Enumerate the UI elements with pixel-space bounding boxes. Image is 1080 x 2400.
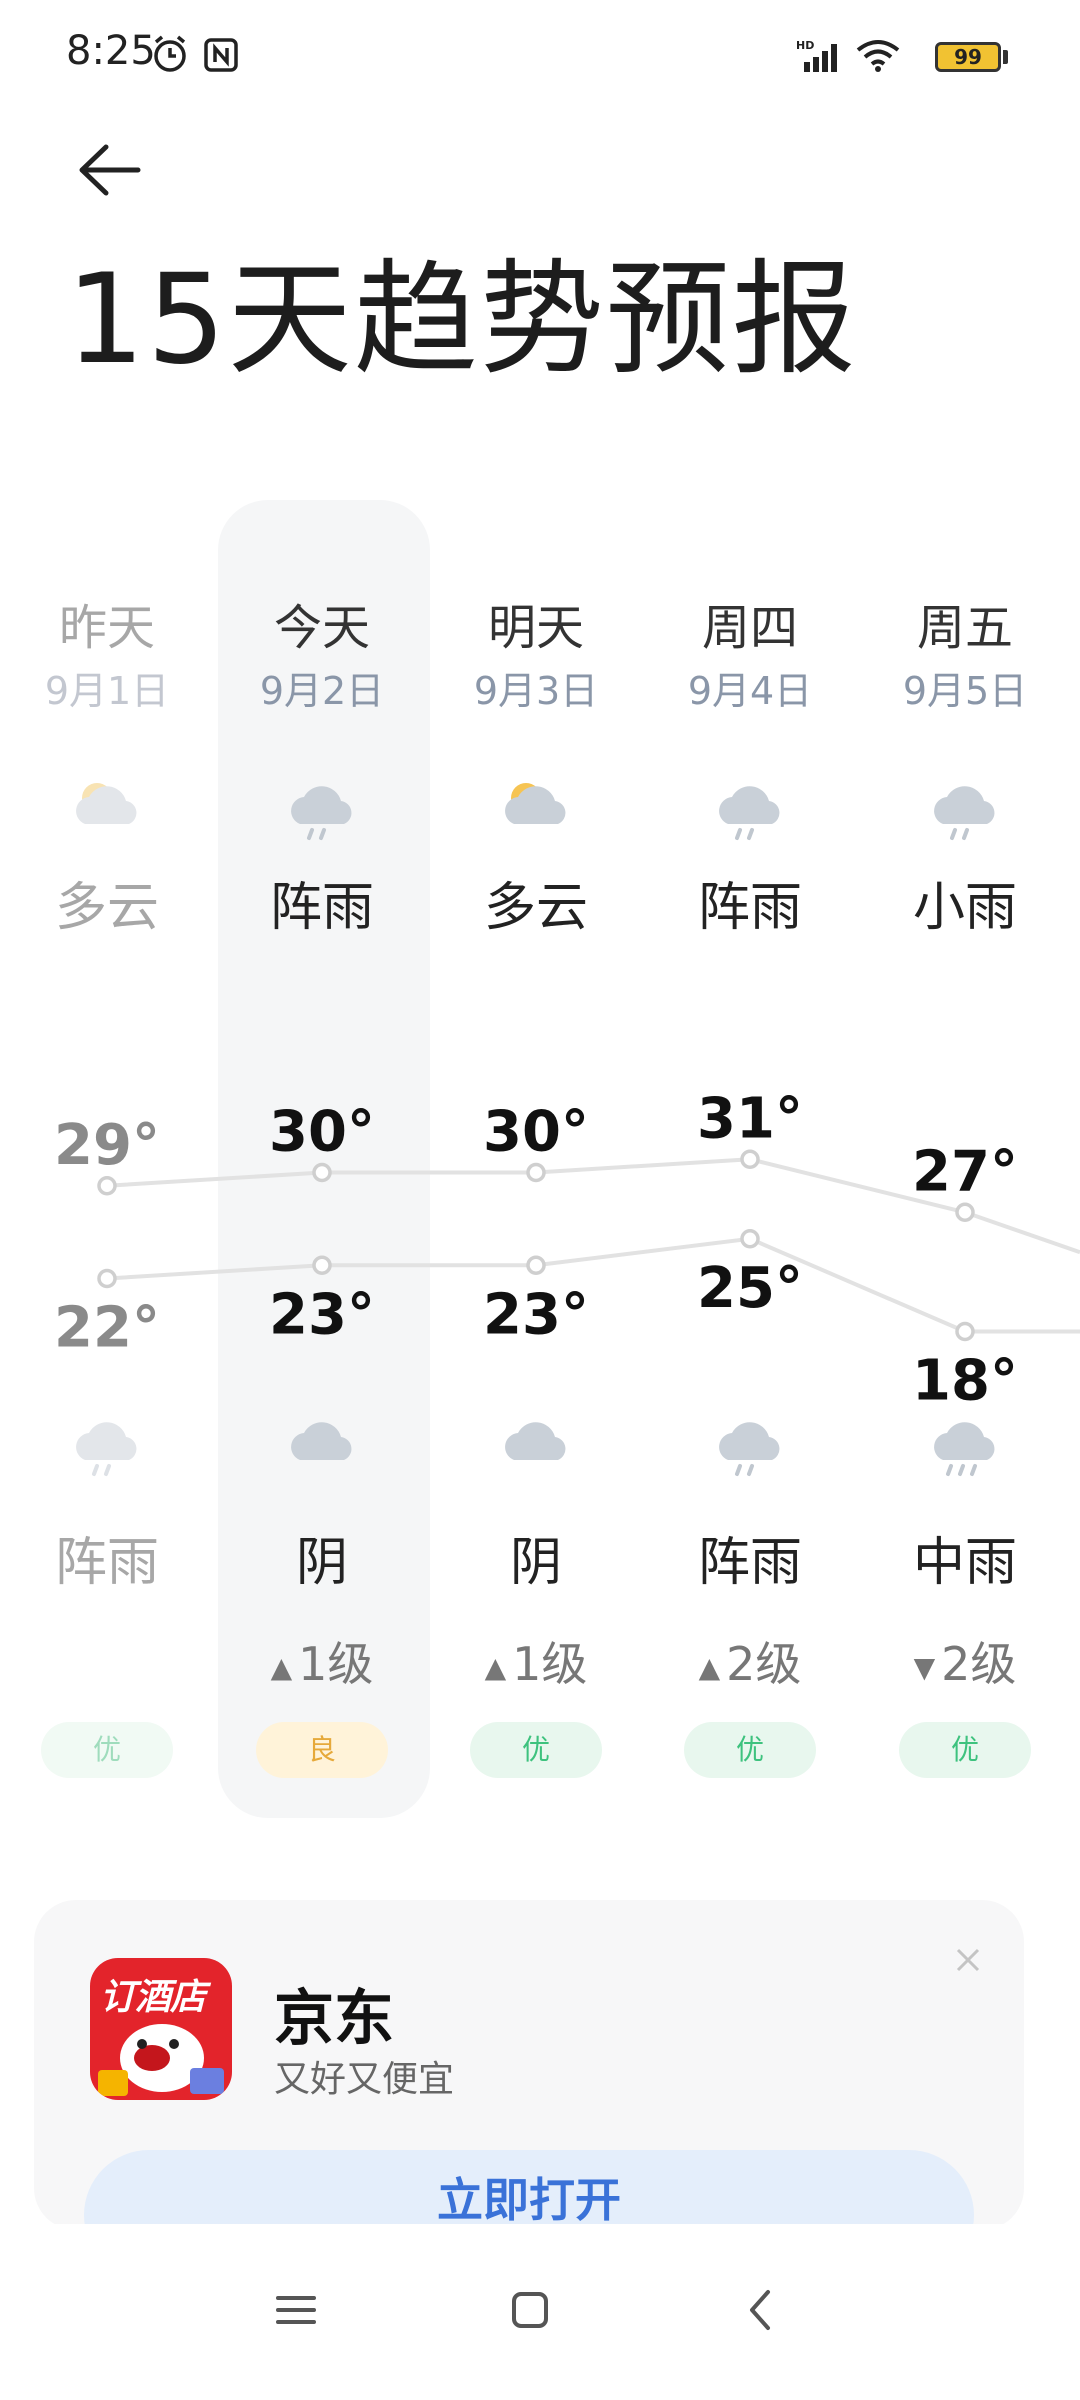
- day-name: 昨天: [58, 600, 155, 656]
- day-date: 9月4日: [687, 669, 813, 713]
- rain-icon: [925, 772, 1005, 842]
- wind-direction-icon: ▲: [698, 1651, 721, 1684]
- aqi-badge: 良: [256, 1722, 388, 1778]
- night-condition: 阴: [509, 1533, 562, 1593]
- wind-direction-icon: ▼: [913, 1651, 936, 1684]
- rain-icon: [67, 1408, 147, 1478]
- rain-icon: [710, 772, 790, 842]
- wind-direction-icon: ▲: [270, 1651, 293, 1684]
- page-title: 15天趋势预报: [66, 248, 858, 392]
- wind-value: 1级: [512, 1637, 588, 1691]
- menu-icon[interactable]: [266, 2280, 326, 2340]
- home-icon[interactable]: [500, 2280, 560, 2340]
- wind-value: 2级: [941, 1637, 1017, 1691]
- back-icon[interactable]: [732, 2280, 792, 2340]
- day-condition: 小雨: [912, 878, 1017, 938]
- wind-direction-icon: ▲: [484, 1651, 507, 1684]
- night-condition: 阵雨: [697, 1533, 802, 1593]
- alarm-icon: [154, 35, 186, 72]
- day-condition: 阵雨: [269, 878, 374, 938]
- status-bar: 8:25 HD 99: [0, 0, 1080, 110]
- aqi-badge: 优: [899, 1722, 1031, 1778]
- day-column[interactable]: 昨天 9月1日多云阵雨优: [17, 500, 197, 1818]
- close-icon[interactable]: [948, 1940, 988, 1980]
- day-name: 明天: [487, 600, 584, 656]
- rain-icon: [710, 1408, 790, 1478]
- open-app-button[interactable]: 立即打开: [84, 2150, 974, 2230]
- status-time: 8:25: [66, 28, 156, 74]
- signal-icon: HD: [796, 39, 837, 72]
- rain-icon: [282, 772, 362, 842]
- mascot-dog-icon: [98, 2024, 224, 2096]
- day-condition: 多云: [54, 878, 159, 938]
- battery-icon: 99: [935, 42, 1001, 72]
- day-column[interactable]: 今天 9月2日阵雨阴 ▲ 1级良: [232, 500, 412, 1818]
- day-column[interactable]: 明天 9月3日多云阴 ▲ 1级优: [446, 500, 626, 1818]
- day-date: 9月2日: [259, 669, 385, 713]
- wind-level: ▲ 1级: [446, 1628, 626, 1694]
- ad-subtitle: 又好又便宜: [274, 2059, 455, 2100]
- partly-cloudy-icon: [496, 772, 576, 842]
- night-condition: 阴: [295, 1533, 348, 1593]
- day-condition: 多云: [483, 878, 588, 938]
- day-name: 周五: [916, 600, 1013, 656]
- wind-level: ▲ 1级: [232, 1628, 412, 1694]
- aqi-badge: 优: [41, 1722, 173, 1778]
- partly-cloudy-icon: [67, 772, 147, 842]
- battery-level: 99: [954, 45, 982, 69]
- navigation-bar: [0, 2224, 1080, 2400]
- ad-title: 京东: [274, 1984, 394, 2054]
- wind-level: ▲ 2级: [660, 1628, 840, 1694]
- wind-value: 1级: [298, 1637, 374, 1691]
- aqi-badge: 优: [684, 1722, 816, 1778]
- wifi-icon: [856, 40, 900, 72]
- day-date: 9月5日: [902, 669, 1028, 713]
- nfc-icon: [204, 38, 238, 72]
- battery-tip: [1003, 50, 1008, 64]
- day-name: 周四: [701, 600, 798, 656]
- svg-text:HD: HD: [796, 39, 814, 52]
- day-condition: 阵雨: [697, 878, 802, 938]
- ad-card[interactable]: 订酒店 京东 又好又便宜 立即打开: [34, 1900, 1024, 2230]
- arrow-left-icon[interactable]: [70, 135, 150, 205]
- cloudy-icon: [282, 1408, 362, 1478]
- night-condition: 阵雨: [54, 1533, 159, 1593]
- day-name: 今天: [273, 600, 370, 656]
- night-condition: 中雨: [912, 1533, 1017, 1593]
- day-column[interactable]: 周四 9月4日 阵雨 阵雨 ▲ 2级优: [660, 500, 840, 1818]
- wind-level: ▼ 2级: [875, 1628, 1055, 1694]
- day-date: 9月1日: [44, 669, 170, 713]
- heavy-rain-icon: [925, 1408, 1005, 1478]
- wind-value: 2级: [726, 1637, 802, 1691]
- day-column[interactable]: 周五 9月5日小雨中雨 ▼ 2级优: [875, 500, 1055, 1818]
- day-date: 9月3日: [473, 669, 599, 713]
- cloudy-icon: [496, 1408, 576, 1478]
- jd-hotel-logo: 订酒店: [90, 1958, 232, 2100]
- aqi-badge: 优: [470, 1722, 602, 1778]
- forecast-panel[interactable]: 昨天 9月1日 多云 阵雨优今天 9月2日 阵雨阴 ▲ 1级良明天 9月3日 多云阴 ▲ 1级优周四 9…: [0, 500, 1080, 1830]
